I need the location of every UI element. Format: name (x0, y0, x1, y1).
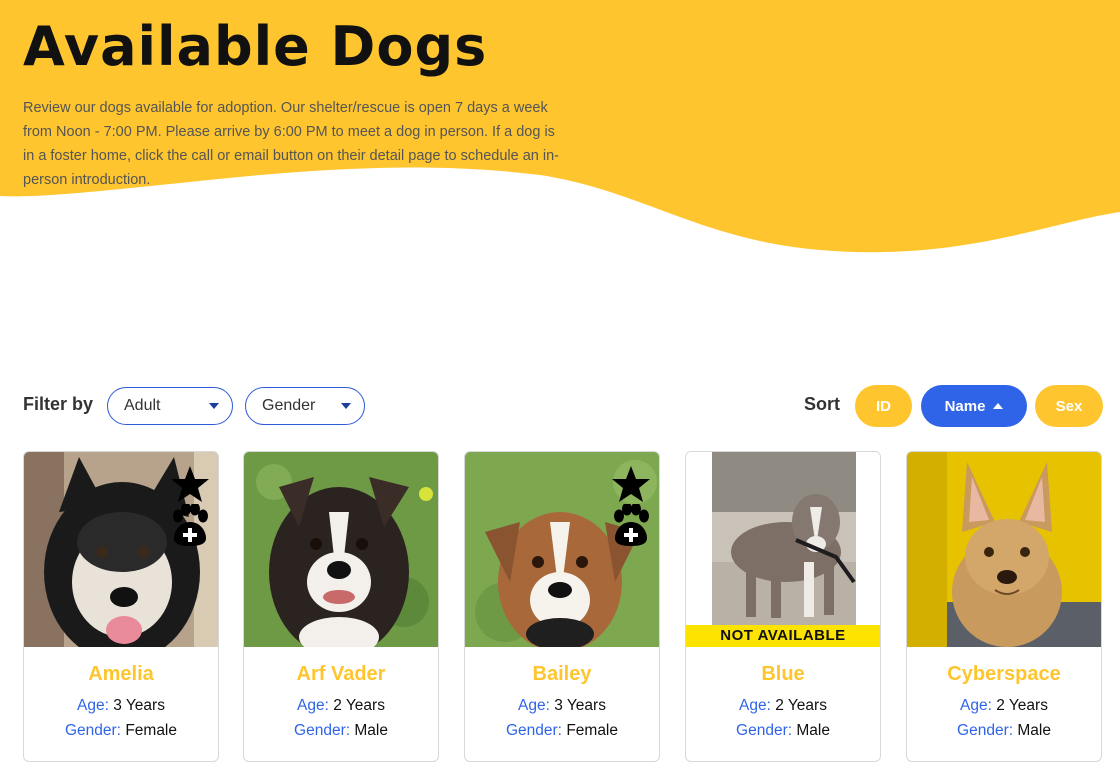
dog-name[interactable]: Blue (686, 663, 880, 686)
dog-name[interactable]: Arf Vader (244, 663, 438, 686)
age-value: 2 Years (775, 697, 827, 714)
page-title: Available Dogs (23, 15, 488, 78)
dog-gender: Gender: Female (465, 722, 659, 740)
gender-label: Gender: (505, 722, 562, 739)
not-available-banner: NOT AVAILABLE (686, 625, 880, 647)
dog-name[interactable]: Bailey (465, 663, 659, 686)
age-value: 2 Years (333, 697, 385, 714)
dog-photo[interactable] (907, 452, 1101, 647)
gender-value: Female (566, 722, 618, 739)
age-label: Age: (960, 697, 992, 714)
sort-ascending-icon (993, 403, 1004, 409)
sort-name-button[interactable]: Name (921, 385, 1027, 427)
dog-photo[interactable] (24, 452, 218, 647)
age-filter-value: Adult (124, 397, 161, 414)
age-label: Age: (518, 697, 550, 714)
dog-photo[interactable]: NOT AVAILABLE (686, 452, 880, 647)
dog-card[interactable]: NOT AVAILABLE Blue Age: 2 Years Gender: … (685, 451, 881, 762)
age-label: Age: (77, 697, 109, 714)
page-description: Review our dogs available for adoption. … (23, 100, 559, 188)
age-value: 2 Years (996, 697, 1048, 714)
gender-label: Gender: (736, 722, 793, 739)
age-label: Age: (297, 697, 329, 714)
gender-value: Male (796, 722, 830, 739)
sort-sex-button[interactable]: Sex (1035, 385, 1103, 427)
gender-filter-value: Gender (262, 397, 316, 414)
age-value: 3 Years (554, 697, 606, 714)
dog-card[interactable]: Cyberspace Age: 2 Years Gender: Male (906, 451, 1102, 762)
dog-age: Age: 3 Years (465, 697, 659, 715)
dog-age: Age: 2 Years (244, 697, 438, 715)
sort-label: Sort (804, 394, 840, 414)
gender-value: Male (1017, 722, 1051, 739)
gender-label: Gender: (64, 722, 121, 739)
dog-photo[interactable] (244, 452, 438, 647)
gender-value: Female (125, 722, 177, 739)
dog-card[interactable]: Bailey Age: 3 Years Gender: Female (464, 451, 660, 762)
age-filter-select[interactable]: Adult (107, 387, 233, 425)
paw-plus-icon (173, 504, 208, 546)
dog-name[interactable]: Cyberspace (907, 663, 1101, 686)
dog-age: Age: 3 Years (24, 697, 218, 715)
gender-filter-select[interactable]: Gender (245, 387, 365, 425)
chevron-down-icon (341, 403, 351, 409)
dog-age: Age: 2 Years (907, 697, 1101, 715)
dog-card[interactable]: Amelia Age: 3 Years Gender: Female (23, 451, 219, 762)
dog-badges (611, 464, 651, 548)
dog-gender: Gender: Female (24, 722, 218, 740)
dog-gender: Gender: Male (907, 722, 1101, 740)
age-value: 3 Years (113, 697, 165, 714)
dog-badges (170, 464, 210, 548)
gender-label: Gender: (957, 722, 1014, 739)
dog-gender: Gender: Male (686, 722, 880, 740)
sort-sex-label: Sex (1055, 397, 1083, 415)
sort-name-label: Name (944, 397, 986, 415)
gender-label: Gender: (294, 722, 351, 739)
star-icon (171, 466, 209, 502)
dog-age: Age: 2 Years (686, 697, 880, 715)
dog-gender: Gender: Male (244, 722, 438, 740)
star-icon (612, 466, 650, 502)
sort-id-button[interactable]: ID (855, 385, 912, 427)
filter-sort-bar: Filter by Adult Gender Sort ID Name Sex (0, 384, 1120, 428)
age-label: Age: (739, 697, 771, 714)
dog-card[interactable]: Arf Vader Age: 2 Years Gender: Male (243, 451, 439, 762)
filter-label: Filter by (23, 394, 94, 414)
dog-name[interactable]: Amelia (24, 663, 218, 686)
gender-value: Male (354, 722, 388, 739)
dog-photo[interactable] (465, 452, 659, 647)
paw-plus-icon (614, 504, 649, 546)
chevron-down-icon (209, 403, 219, 409)
sort-id-label: ID (876, 397, 891, 415)
hero-section: Available Dogs Review our dogs available… (23, 14, 583, 192)
